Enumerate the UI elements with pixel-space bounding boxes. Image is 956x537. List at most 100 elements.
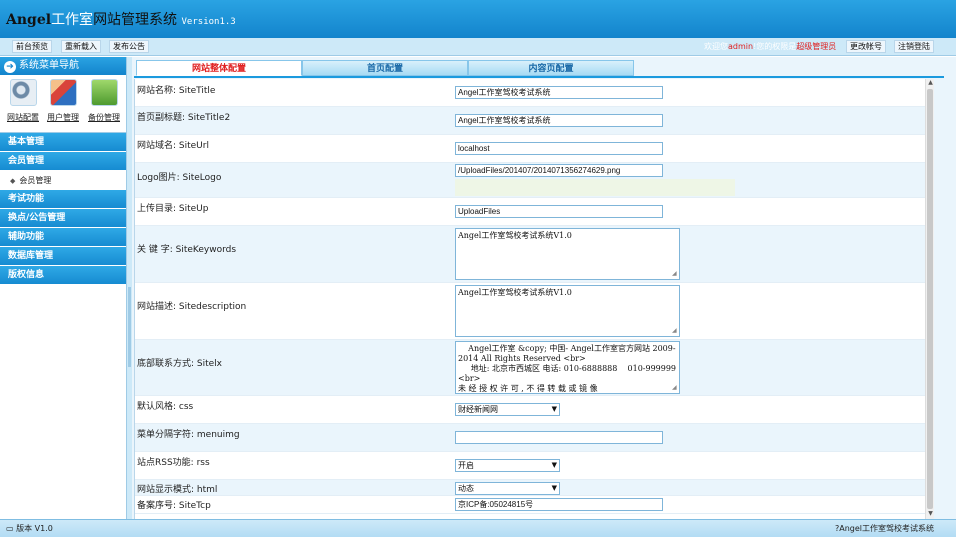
system-name-text: Angel工作室驾校考试系统 <box>839 524 934 533</box>
menu-basic[interactable]: 基本管理 <box>0 133 126 152</box>
preview-button[interactable]: 前台预览 <box>12 40 52 53</box>
main-content: 网站整体配置 首页配置 内容页配置 网站名称: SiteTitle Angel工… <box>132 57 956 519</box>
reload-button[interactable]: 重新载入 <box>61 40 101 53</box>
welcome-text: 欢迎您admin!您的权限是超级管理员 <box>704 41 836 52</box>
splitter-grip[interactable] <box>128 287 131 367</box>
sidebar: ➔ 系统菜单导航 网站配置 用户管理 备份管理 基本管理 会员管理 ◆ 会员管理 考… <box>0 57 127 519</box>
form-row-site-url: 网站域名: SiteUrl localhost <box>135 135 925 163</box>
version-text: 版本 V1.0 <box>16 524 53 533</box>
site-tcp-label: 备案序号: SiteTcp <box>137 501 211 511</box>
scroll-down-icon[interactable]: ▼ <box>926 510 935 519</box>
form-row-site-up: 上传目录: SiteUp UploadFiles <box>135 198 925 226</box>
site-url-input[interactable]: localhost <box>455 142 663 155</box>
app-logo: Angel工作室网站管理系统 Version1.3 <box>6 12 236 30</box>
css-select-value: 财经新闻网 <box>458 405 498 414</box>
backup-icon <box>90 79 118 106</box>
logo-system: 网站管理系统 <box>93 12 178 28</box>
form-row-html: 网站显示模式: html 动态 ▼ <box>135 480 925 496</box>
site-up-input[interactable]: UploadFiles <box>455 205 663 218</box>
site-title-input[interactable]: Angel工作室驾校考试系统 <box>455 86 663 99</box>
arrow-circle-icon: ➔ <box>4 61 16 73</box>
status-bar: ▭ 版本 V1.0 ?Angel工作室驾校考试系统 <box>0 519 956 537</box>
site-keywords-textarea[interactable]: Angel工作室驾校考试系统V1.0 <box>455 228 680 280</box>
monitor-icon: ▭ <box>6 524 14 533</box>
config-tabs: 网站整体配置 首页配置 内容页配置 <box>134 60 944 78</box>
menuimg-input[interactable] <box>455 431 663 444</box>
chevron-down-icon: ▼ <box>551 484 557 492</box>
html-select[interactable]: 动态 ▼ <box>455 482 560 495</box>
welcome-prefix: 欢迎您 <box>704 42 728 51</box>
form-row-css: 默认风格: css 财经新闻网 ▼ <box>135 396 925 424</box>
rss-select[interactable]: 开启 ▼ <box>455 459 560 472</box>
html-select-value: 动态 <box>458 484 474 493</box>
quick-label: 用户管理 <box>47 113 79 122</box>
form-row-site-title2: 首页副标题: SiteTitle2 Angel工作室驾校考试系统 <box>135 107 925 135</box>
tab-content-config[interactable]: 内容页配置 <box>468 60 634 76</box>
site-logo-input[interactable]: /UploadFiles/201407/2014071356274629.png <box>455 164 663 177</box>
sidebar-title-text: 系统菜单导航 <box>19 60 79 71</box>
form-row-site-description: 网站描述: Sitedescription Angel工作室驾校考试系统V1.0… <box>135 283 925 340</box>
version-status: ▭ 版本 V1.0 <box>6 520 53 537</box>
site-description-textarea[interactable]: Angel工作室驾校考试系统V1.0 <box>455 285 680 337</box>
change-account-button[interactable]: 更改帐号 <box>846 40 886 53</box>
sidebar-title: ➔ 系统菜单导航 <box>0 57 126 75</box>
quick-label: 网站配置 <box>7 113 39 122</box>
menu-member[interactable]: 会员管理 <box>0 152 126 171</box>
app-header: Angel工作室网站管理系统 Version1.3 <box>0 0 956 38</box>
tab-home-config[interactable]: 首页配置 <box>302 60 468 76</box>
rss-label: 站点RSS功能: rss <box>137 458 210 468</box>
form-row-site-keywords: 关 键 字: SiteKeywords Angel工作室驾校考试系统V1.0 ◢ <box>135 226 925 283</box>
quick-site-config[interactable]: 网站配置 <box>4 79 42 123</box>
form-row-site-title: 网站名称: SiteTitle Angel工作室驾校考试系统 <box>135 79 925 107</box>
form-row-site-lx: 底部联系方式: Sitelx Angel工作室 &copy; 中国- Angel… <box>135 340 925 396</box>
diamond-bullet-icon: ◆ <box>10 177 16 185</box>
resize-handle-icon[interactable]: ◢ <box>672 270 924 281</box>
menuimg-label: 菜单分隔字符: menuimg <box>137 430 240 440</box>
quick-label: 备份管理 <box>88 113 120 122</box>
rss-select-value: 开启 <box>458 461 474 470</box>
system-name-status: ?Angel工作室驾校考试系统 <box>835 520 934 537</box>
menu-database[interactable]: 数据库管理 <box>0 247 126 266</box>
tab-site-config[interactable]: 网站整体配置 <box>136 60 302 76</box>
menu-exam[interactable]: 考试功能 <box>0 190 126 209</box>
resize-handle-icon[interactable]: ◢ <box>672 327 924 338</box>
html-label: 网站显示模式: html <box>137 485 218 495</box>
quick-user-manage[interactable]: 用户管理 <box>44 79 82 123</box>
quick-backup-manage[interactable]: 备份管理 <box>85 79 123 123</box>
gears-icon <box>9 79 37 106</box>
users-icon <box>49 79 77 106</box>
vertical-scrollbar[interactable]: ▲ ▼ <box>925 79 934 519</box>
quick-links: 网站配置 用户管理 备份管理 <box>0 75 126 133</box>
site-title2-input[interactable]: Angel工作室驾校考试系统 <box>455 114 663 127</box>
config-form: 网站名称: SiteTitle Angel工作室驾校考试系统 首页副标题: Si… <box>134 79 925 519</box>
scroll-thumb[interactable] <box>927 89 933 509</box>
css-select[interactable]: 财经新闻网 ▼ <box>455 403 560 416</box>
site-tcp-input[interactable]: 京ICP备:05024815号 <box>455 498 663 511</box>
css-label: 默认风格: css <box>137 402 194 412</box>
site-up-label: 上传目录: SiteUp <box>137 204 209 214</box>
chevron-down-icon: ▼ <box>551 461 557 469</box>
logo-angel: Angel <box>6 12 52 28</box>
role-badge: 超级管理员 <box>796 42 837 51</box>
scroll-up-icon[interactable]: ▲ <box>926 79 935 88</box>
site-lx-textarea[interactable]: Angel工作室 &copy; 中国- Angel工作室官方网站 2009-20… <box>455 341 680 394</box>
version-label: Version1.3 <box>181 17 236 27</box>
menu-aux[interactable]: 辅助功能 <box>0 228 126 247</box>
site-title-label: 网站名称: SiteTitle <box>137 86 216 96</box>
form-row-rss: 站点RSS功能: rss 开启 ▼ <box>135 452 925 480</box>
welcome-mid: !您的权限是 <box>753 42 797 51</box>
logo-studio: 工作室 <box>51 12 94 28</box>
logout-button[interactable]: 注销登陆 <box>894 40 934 53</box>
form-row-menuimg: 菜单分隔字符: menuimg <box>135 424 925 452</box>
username: admin <box>728 42 754 51</box>
menu-sub-label: 会员管理 <box>19 176 52 185</box>
menu-copyright[interactable]: 版权信息 <box>0 266 126 285</box>
form-row-site-logo: Logo图片: SiteLogo /UploadFiles/201407/201… <box>135 163 925 198</box>
chevron-down-icon: ▼ <box>551 405 557 413</box>
site-url-label: 网站域名: SiteUrl <box>137 141 209 151</box>
menu-points-notice[interactable]: 换点/公告管理 <box>0 209 126 228</box>
resize-handle-icon[interactable]: ◢ <box>672 384 924 394</box>
publish-notice-button[interactable]: 发布公告 <box>109 40 149 53</box>
menu-member-sub[interactable]: ◆ 会员管理 <box>0 171 126 190</box>
top-toolbar: 前台预览 重新载入 发布公告 欢迎您admin!您的权限是超级管理员 更改帐号 … <box>0 38 956 56</box>
